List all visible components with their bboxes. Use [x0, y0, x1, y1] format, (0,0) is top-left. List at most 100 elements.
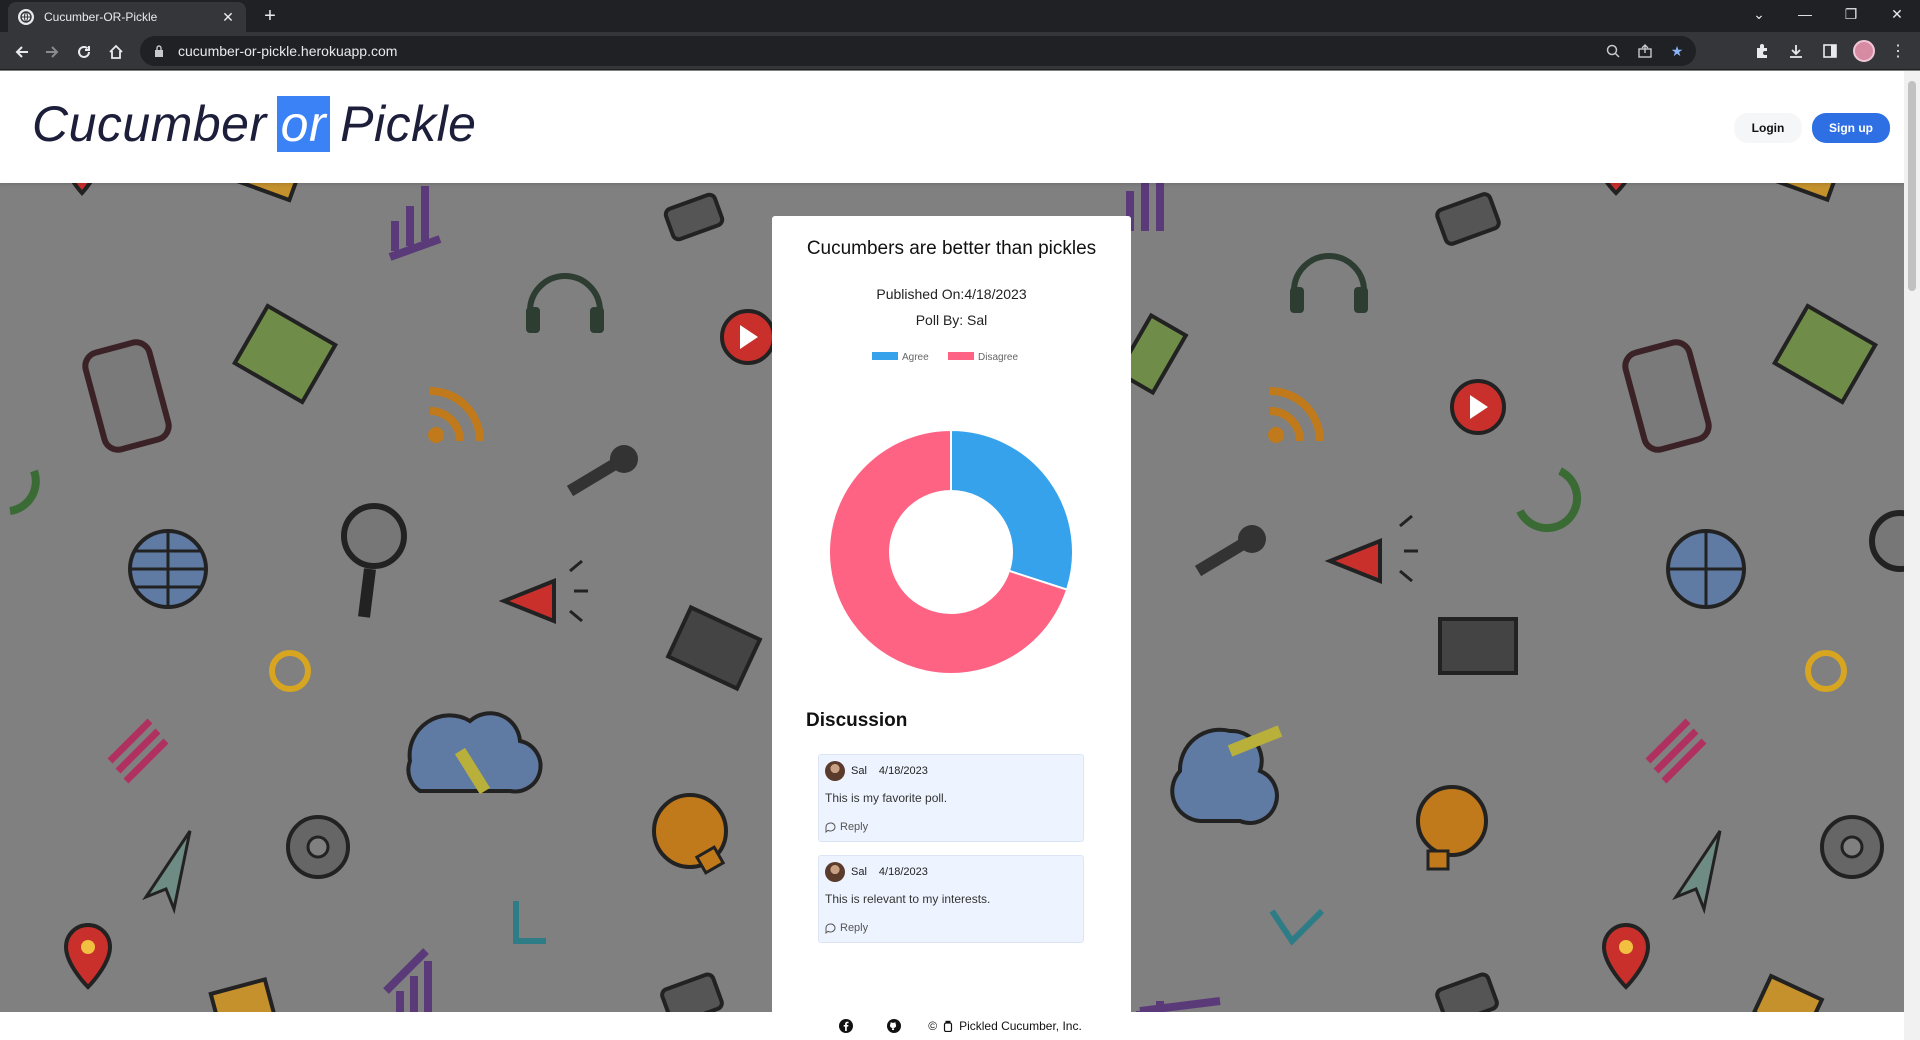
squiggle-icon [1645, 718, 1707, 784]
logo-text-or: or [276, 96, 331, 152]
legend-label-disagree[interactable]: Disagree [978, 352, 1018, 363]
headset-icon [1290, 253, 1368, 313]
share-nodes-icon [513, 901, 546, 944]
download-icon[interactable] [1784, 38, 1808, 64]
reply-button[interactable]: Reply [825, 922, 868, 934]
lightbulb-icon [652, 793, 728, 875]
wrench-icon [566, 445, 638, 497]
poll-author: Poll By: Sal [915, 312, 988, 328]
zoom-icon[interactable] [1604, 42, 1622, 60]
chart-slice-agree[interactable] [950, 428, 1074, 591]
monitor-icon [665, 604, 763, 692]
play-button-icon [720, 309, 776, 365]
pickle-jar-icon [943, 1020, 953, 1032]
share-nodes-icon [1269, 908, 1325, 946]
profile-avatar-icon[interactable] [1852, 38, 1876, 64]
bookmark-star-icon[interactable]: ★ [1668, 42, 1686, 60]
signup-button[interactable]: Sign up [1812, 113, 1890, 143]
login-button[interactable]: Login [1734, 113, 1802, 143]
commenter-avatar [825, 761, 845, 781]
facebook-icon[interactable] [838, 1018, 854, 1034]
rss-icon [428, 387, 484, 443]
sync-icon [269, 650, 311, 692]
megaphone-icon [1324, 514, 1418, 584]
speech-bubble-icon [825, 821, 836, 833]
url-text: cucumber-or-pickle.herokuapp.com [178, 43, 398, 59]
refresh-arrow-icon [1516, 467, 1582, 533]
cursor-arrow-icon [1672, 830, 1722, 915]
site-footer: © Pickled Cucumber, Inc. [0, 1012, 1904, 1040]
play-button-icon [1450, 379, 1506, 435]
new-tab-button[interactable]: + [258, 4, 282, 28]
gear-icon [286, 815, 350, 879]
magnifier-icon [1869, 510, 1904, 572]
wrench-icon [1194, 525, 1266, 577]
reply-label: Reply [840, 922, 869, 934]
location-pin-icon [1601, 923, 1651, 990]
page-scrollbar[interactable] [1904, 71, 1920, 1040]
video-camera-icon [1435, 192, 1501, 246]
legend-swatch-disagree[interactable] [948, 352, 974, 360]
globe-icon [18, 9, 34, 25]
lock-icon [154, 44, 166, 58]
reply-button[interactable]: Reply [825, 821, 868, 833]
tab-search-icon[interactable]: ⌄ [1736, 0, 1782, 28]
comment-date: 4/18/2023 [878, 866, 928, 878]
browser-toolbar: cucumber-or-pickle.herokuapp.com ★ ⋮ [0, 32, 1920, 70]
comment-text: This is relevant to my interests. [825, 892, 991, 906]
logo-text-cucumber: Cucumber [32, 96, 267, 152]
restore-button[interactable]: ❐ [1828, 0, 1874, 28]
cursor-arrow-icon [142, 830, 192, 915]
reload-button[interactable] [70, 38, 98, 66]
phone-icon [82, 339, 172, 453]
magnifier-icon [341, 503, 407, 618]
poll-published-date: Published On:4/18/2023 [876, 286, 1027, 302]
poll-title: Cucumbers are better than pickles [806, 238, 1097, 259]
reply-label: Reply [840, 821, 869, 833]
address-bar[interactable]: cucumber-or-pickle.herokuapp.com ★ [140, 36, 1696, 66]
browser-tab[interactable]: Cucumber-OR-Pickle ✕ [8, 2, 246, 32]
bar-chart-icon [388, 186, 442, 261]
browser-tabstrip: Cucumber-OR-Pickle ✕ + ⌄ — ❐ ✕ [0, 0, 1920, 32]
globe-doodle-icon [128, 529, 208, 609]
share-icon[interactable] [1636, 42, 1654, 60]
location-pin-icon [63, 923, 113, 990]
tab-close-icon[interactable]: ✕ [220, 9, 236, 25]
page-viewport: Cucumber or Pickle Login Sign up Cucumbe… [0, 71, 1904, 1040]
minimize-button[interactable]: — [1782, 0, 1828, 28]
comment-card: Sal 4/18/2023 This is relevant to my int… [818, 855, 1084, 943]
rss-icon [1268, 387, 1324, 443]
discussion-heading: Discussion [806, 710, 908, 731]
back-button[interactable] [8, 38, 36, 66]
tab-title: Cucumber-OR-Pickle [44, 10, 158, 24]
phone-icon [1622, 339, 1712, 453]
cloud-download-icon [406, 711, 543, 795]
monitor-icon [1438, 617, 1518, 675]
home-button[interactable] [102, 38, 130, 66]
forward-button[interactable] [38, 38, 66, 66]
scrollbar-thumb[interactable] [1908, 81, 1916, 291]
legend-label-agree[interactable]: Agree [902, 352, 929, 363]
gear-icon [1820, 815, 1884, 879]
logo-text-pickle: Pickle [340, 96, 477, 152]
poll-doughnut-chart[interactable]: Agree Disagree [772, 342, 1131, 682]
comment-card: Sal 4/18/2023 This is my favorite poll. … [818, 754, 1084, 842]
more-menu-icon[interactable]: ⋮ [1886, 38, 1910, 64]
copyright-symbol: © [928, 1019, 938, 1033]
video-camera-icon [663, 192, 725, 242]
close-window-button[interactable]: ✕ [1874, 0, 1920, 28]
poll-card: Cucumbers are better than pickles Publis… [772, 216, 1131, 1031]
calendar-icon [231, 303, 339, 405]
site-logo[interactable]: Cucumber or Pickle [32, 95, 476, 153]
github-icon[interactable] [886, 1018, 902, 1034]
cloud-upload-icon [1170, 725, 1283, 825]
megaphone-icon [498, 559, 588, 624]
side-panel-icon[interactable] [1818, 38, 1842, 64]
legend-swatch-agree[interactable] [872, 352, 898, 360]
comment-date: 4/18/2023 [878, 765, 928, 777]
squiggle-icon [107, 718, 169, 784]
comment-author: Sal [851, 866, 867, 878]
extensions-puzzle-icon[interactable] [1750, 38, 1774, 64]
calendar-icon [1771, 303, 1879, 405]
site-header: Cucumber or Pickle Login Sign up [0, 71, 1904, 183]
